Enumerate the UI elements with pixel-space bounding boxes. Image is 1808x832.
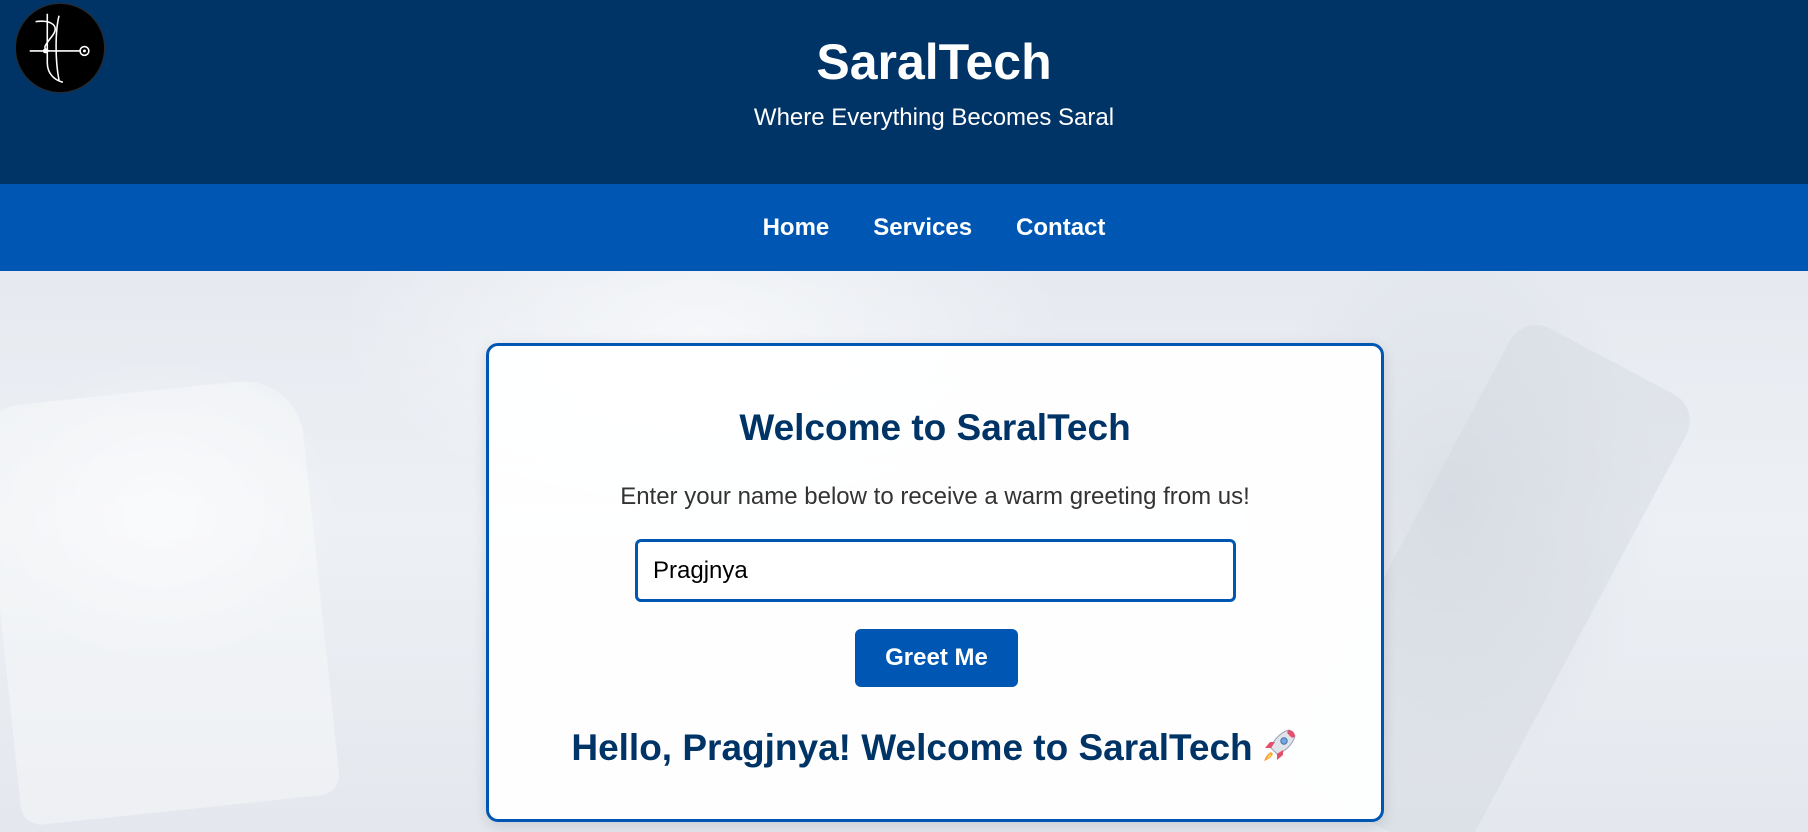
nav-link-contact[interactable]: Contact — [1016, 214, 1105, 242]
greeting-text: Hello, Pragjnya! Welcome to SaralTech — [571, 727, 1253, 768]
site-title: SaralTech — [816, 34, 1052, 90]
main-nav: Home Services Contact — [0, 184, 1808, 271]
site-header: SaralTech Where Everything Becomes Saral — [0, 0, 1808, 184]
card-description: Enter your name below to receive a warm … — [620, 483, 1250, 510]
background-shape — [0, 375, 342, 827]
site-tagline: Where Everything Becomes Saral — [753, 104, 1115, 131]
nav-link-home[interactable]: Home — [763, 214, 830, 242]
name-input[interactable] — [635, 539, 1236, 602]
card-title: Welcome to SaralTech — [739, 407, 1131, 448]
rocket-icon — [1259, 726, 1299, 766]
nav-link-services[interactable]: Services — [873, 214, 972, 242]
greet-me-button[interactable]: Greet Me — [855, 629, 1018, 687]
greeting-card: Welcome to SaralTech Enter your name bel… — [486, 343, 1384, 822]
greeting-message: Hello, Pragjnya! Welcome to SaralTech — [489, 724, 1381, 772]
